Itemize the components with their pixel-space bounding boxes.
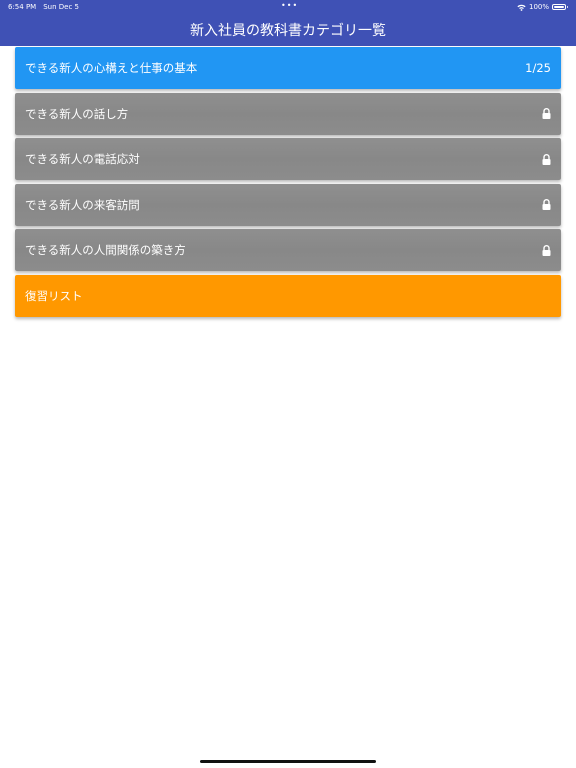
lock-icon: [542, 244, 551, 256]
status-date: Sun Dec 5: [43, 3, 79, 11]
category-label: できる新人の人間関係の築き方: [25, 243, 186, 257]
status-bar-right: 100%: [517, 2, 568, 12]
lock-icon: [542, 153, 551, 165]
category-label: できる新人の話し方: [25, 106, 129, 121]
lock-icon: [542, 108, 551, 119]
review-list-button[interactable]: 復習リスト: [15, 274, 561, 317]
category-label: できる新人の心構えと仕事の基本: [25, 61, 198, 75]
category-item-basics[interactable]: できる新人の心構えと仕事の基本 1/25: [15, 47, 561, 89]
review-label: 復習リスト: [25, 288, 83, 303]
multitasking-dots[interactable]: •••: [281, 1, 298, 11]
category-item-visitors[interactable]: できる新人の来客訪問: [15, 183, 561, 226]
status-bar-left: 6:54 PM Sun Dec 5: [8, 2, 79, 12]
category-item-relationships[interactable]: できる新人の人間関係の築き方: [15, 229, 561, 271]
home-indicator[interactable]: [200, 760, 376, 763]
battery-percentage: 100%: [528, 3, 549, 11]
battery-icon: [552, 4, 568, 10]
category-item-phone[interactable]: できる新人の電話応対: [15, 138, 561, 180]
navigation-bar: 6:54 PM Sun Dec 5 ••• 100% 新入社員の教科書カテゴリ一覧: [0, 0, 576, 46]
category-list: できる新人の心構えと仕事の基本 1/25 できる新人の話し方 できる新人の電話応…: [15, 47, 561, 320]
category-label: できる新人の電話応対: [25, 152, 140, 166]
category-label: できる新人の来客訪問: [25, 197, 140, 212]
category-progress: 1/25: [525, 61, 551, 75]
page-title: 新入社員の教科書カテゴリ一覧: [190, 23, 386, 39]
category-item-speaking[interactable]: できる新人の話し方: [15, 92, 561, 135]
lock-icon: [542, 199, 551, 210]
wifi-icon: [517, 4, 526, 11]
status-time: 6:54 PM: [8, 3, 37, 11]
